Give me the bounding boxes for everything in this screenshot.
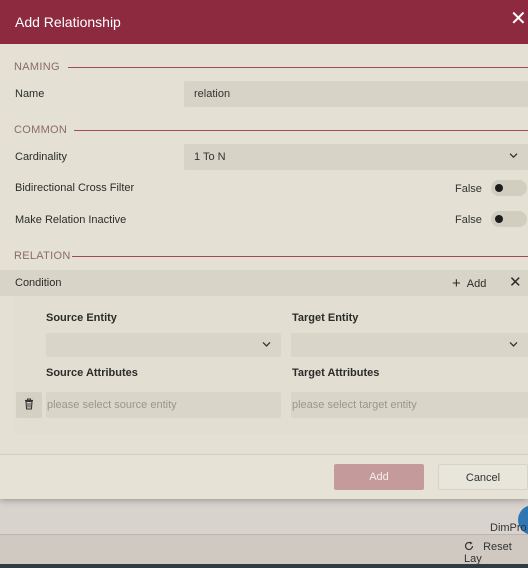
target-entity-select[interactable] [291, 333, 528, 357]
cardinality-select[interactable]: 1 To N [184, 144, 528, 170]
chevron-down-icon [262, 338, 271, 350]
name-label: Name [15, 88, 45, 100]
plus-icon: + [452, 275, 461, 292]
source-entity-select[interactable] [46, 333, 281, 357]
dialog-title: Add Relationship [15, 14, 121, 30]
section-common: COMMON [14, 124, 68, 136]
target-attributes-input[interactable]: please select target entity [291, 392, 528, 418]
condition-header: Condition + Add ✕ [0, 270, 528, 296]
refresh-icon [464, 541, 477, 553]
close-icon[interactable]: ✕ [510, 9, 527, 29]
cancel-button[interactable]: Cancel [438, 464, 528, 490]
source-attributes-input[interactable]: please select source entity [46, 392, 281, 418]
section-divider [72, 256, 528, 257]
section-divider [74, 130, 528, 131]
cardinality-value: 1 To N [194, 151, 226, 163]
add-button[interactable]: Add [334, 464, 424, 490]
name-input[interactable]: relation [184, 81, 528, 107]
bidirectional-toggle[interactable] [491, 180, 527, 196]
condition-label: Condition [15, 277, 62, 289]
dialog-footer: Add Cancel [0, 454, 528, 499]
name-input-value: relation [194, 88, 231, 100]
add-relationship-dialog: Add Relationship ✕ NAMING Name relation … [0, 0, 528, 499]
bidirectional-label: Bidirectional Cross Filter [15, 182, 135, 194]
section-divider [68, 67, 528, 68]
source-entity-label: Source Entity [46, 312, 117, 324]
inactive-state: False [455, 214, 482, 226]
add-condition-label: Add [466, 278, 487, 290]
remove-condition-icon[interactable]: ✕ [509, 273, 522, 291]
dialog-titlebar: Add Relationship ✕ [0, 0, 528, 44]
app-bottom-edge [0, 564, 528, 568]
section-relation: RELATION [14, 250, 71, 262]
toggle-knob [495, 184, 503, 192]
bidirectional-state: False [455, 183, 482, 195]
source-attributes-placeholder: please select source entity [47, 399, 177, 411]
reset-layout-button[interactable]: Reset Lay [464, 541, 528, 565]
app-toolbar-bottom [0, 534, 528, 565]
chevron-down-icon [509, 143, 518, 169]
cardinality-label: Cardinality [15, 151, 67, 163]
add-condition-button[interactable]: + Add [452, 275, 486, 292]
section-naming: NAMING [14, 61, 60, 73]
delete-condition-button[interactable] [16, 392, 42, 418]
target-attributes-placeholder: please select target entity [292, 399, 417, 411]
chevron-down-icon [509, 338, 518, 350]
inactive-toggle[interactable] [491, 211, 527, 227]
target-attributes-label: Target Attributes [292, 367, 380, 379]
toggle-knob [495, 215, 503, 223]
trash-icon [24, 398, 34, 411]
diagram-node-label: DimPro [490, 522, 527, 534]
target-entity-label: Target Entity [292, 312, 359, 324]
source-attributes-label: Source Attributes [46, 367, 138, 379]
inactive-label: Make Relation Inactive [15, 214, 127, 226]
